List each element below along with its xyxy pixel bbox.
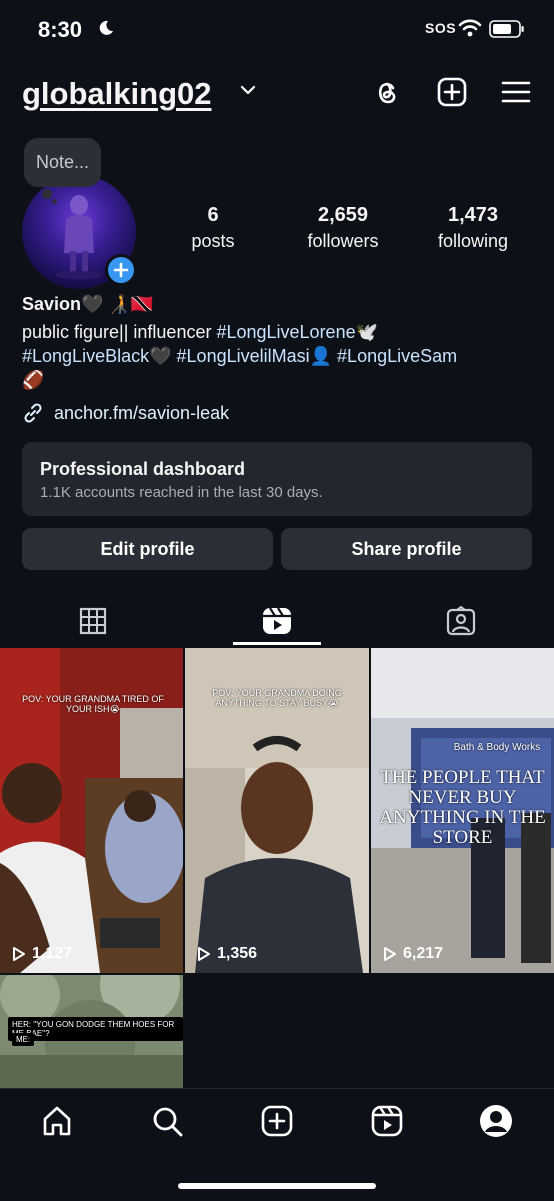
bio-line-2: #LongLiveBlack🖤 #LongLivelilMasi👤 #LongL… bbox=[22, 346, 457, 367]
bio-line-1: public figure|| influencer #LongLiveLore… bbox=[22, 322, 378, 343]
hashtag-link[interactable]: #LongLiveSam bbox=[337, 346, 457, 366]
dashboard-title: Professional dashboard bbox=[40, 459, 246, 479]
reels-nav-icon[interactable] bbox=[370, 1104, 404, 1138]
reel-caption: POV: YOUR GRANDMA TIRED OF YOUR ISH😭 bbox=[22, 694, 164, 714]
followers-stat[interactable]: 2,659 followers bbox=[283, 204, 403, 252]
bio-link[interactable]: anchor.fm/savion-leak bbox=[22, 402, 229, 424]
reel-views: 1,356 bbox=[197, 945, 257, 963]
posts-count: 6 bbox=[207, 204, 219, 226]
home-indicator bbox=[178, 1183, 376, 1189]
status-time: 8:30 bbox=[38, 17, 83, 42]
share-profile-button[interactable]: Share profile bbox=[281, 528, 532, 570]
tab-grid[interactable] bbox=[50, 598, 136, 644]
create-post-icon[interactable] bbox=[436, 76, 468, 108]
tagged-icon bbox=[446, 606, 476, 636]
followers-label: followers bbox=[307, 231, 379, 251]
create-icon[interactable] bbox=[260, 1104, 294, 1138]
reel-caption-2: ME: bbox=[12, 1033, 35, 1046]
following-count: 1,473 bbox=[447, 204, 499, 226]
professional-dashboard[interactable]: Professional dashboard 1.1K accounts rea… bbox=[22, 442, 532, 516]
play-icon bbox=[13, 947, 25, 961]
note-bubble[interactable]: Note... bbox=[24, 138, 102, 187]
chevron-down-icon[interactable] bbox=[240, 84, 256, 96]
menu-icon[interactable] bbox=[500, 76, 532, 108]
moon-icon bbox=[98, 20, 114, 36]
reel-caption: POV: YOUR GRANDMA DOING ANYTHING TO STAY… bbox=[212, 688, 342, 708]
reel-view-count: 6,217 bbox=[403, 945, 444, 962]
reel-thumbnail[interactable]: HER: "YOU GON DODGE THEM HOES FOR ME BAE… bbox=[0, 975, 183, 1088]
reel-view-count: 1,127 bbox=[32, 945, 73, 962]
reel-view-count: 1,356 bbox=[217, 945, 258, 962]
posts-stat[interactable]: 6 posts bbox=[153, 204, 273, 252]
hashtag-link[interactable]: #LongLiveLorene🕊️ bbox=[216, 322, 378, 342]
bio-text: public figure|| influencer bbox=[22, 322, 217, 342]
dashboard-subtitle: 1.1K accounts reached in the last 30 day… bbox=[40, 484, 323, 501]
battery-icon bbox=[489, 20, 525, 38]
profile-username[interactable]: globalking02 bbox=[22, 76, 211, 112]
add-story-button[interactable] bbox=[105, 254, 137, 286]
tab-reels[interactable] bbox=[233, 598, 321, 644]
reel-caption: THE PEOPLE THAT NEVER BUY ANYTHING IN TH… bbox=[379, 767, 546, 848]
edit-profile-button[interactable]: Edit profile bbox=[22, 528, 273, 570]
reel-thumbnail[interactable]: POV: YOUR GRANDMA TIRED OF YOUR ISH😭 1,1… bbox=[0, 648, 183, 973]
reel-thumbnail[interactable]: POV: YOUR GRANDMA DOING ANYTHING TO STAY… bbox=[185, 648, 369, 973]
note-tail bbox=[42, 189, 52, 199]
bio-line-3: 🏈 bbox=[22, 370, 45, 390]
play-icon bbox=[198, 947, 210, 961]
hashtag-link[interactable]: #LongLiveBlack🖤 bbox=[22, 346, 172, 366]
profile-nav-avatar[interactable] bbox=[479, 1104, 513, 1138]
grid-icon bbox=[79, 607, 107, 635]
sos-indicator: SOS bbox=[425, 20, 457, 36]
bio-link-text: anchor.fm/savion-leak bbox=[54, 402, 230, 423]
following-stat[interactable]: 1,473 following bbox=[413, 204, 533, 252]
hashtag-link[interactable]: #LongLivelilMasi👤 bbox=[177, 346, 333, 366]
play-icon bbox=[384, 947, 396, 961]
bio-name: Savion🖤 🧑‍🦯🇹🇹 bbox=[22, 294, 154, 314]
tab-tagged[interactable] bbox=[418, 598, 504, 644]
reel-views: 1,127 bbox=[12, 945, 72, 963]
reel-thumbnail[interactable]: Bath & Body Works THE PEOPLE THAT NEVER … bbox=[371, 648, 554, 973]
reel-views: 6,217 bbox=[383, 945, 443, 963]
store-sign: Bath & Body Works bbox=[453, 742, 541, 753]
followers-count: 2,659 bbox=[317, 204, 369, 226]
reel-caption: HER: "YOU GON DODGE THEM HOES FOR ME BAE… bbox=[8, 1017, 183, 1041]
link-icon bbox=[22, 402, 44, 424]
active-tab-indicator bbox=[233, 642, 321, 645]
threads-icon[interactable] bbox=[371, 76, 403, 108]
note-tail-small bbox=[52, 199, 57, 204]
reels-icon bbox=[261, 605, 293, 637]
wifi-icon bbox=[458, 19, 482, 37]
posts-label: posts bbox=[191, 231, 235, 251]
search-icon[interactable] bbox=[150, 1104, 184, 1138]
home-icon[interactable] bbox=[40, 1104, 74, 1138]
following-label: following bbox=[437, 231, 509, 251]
